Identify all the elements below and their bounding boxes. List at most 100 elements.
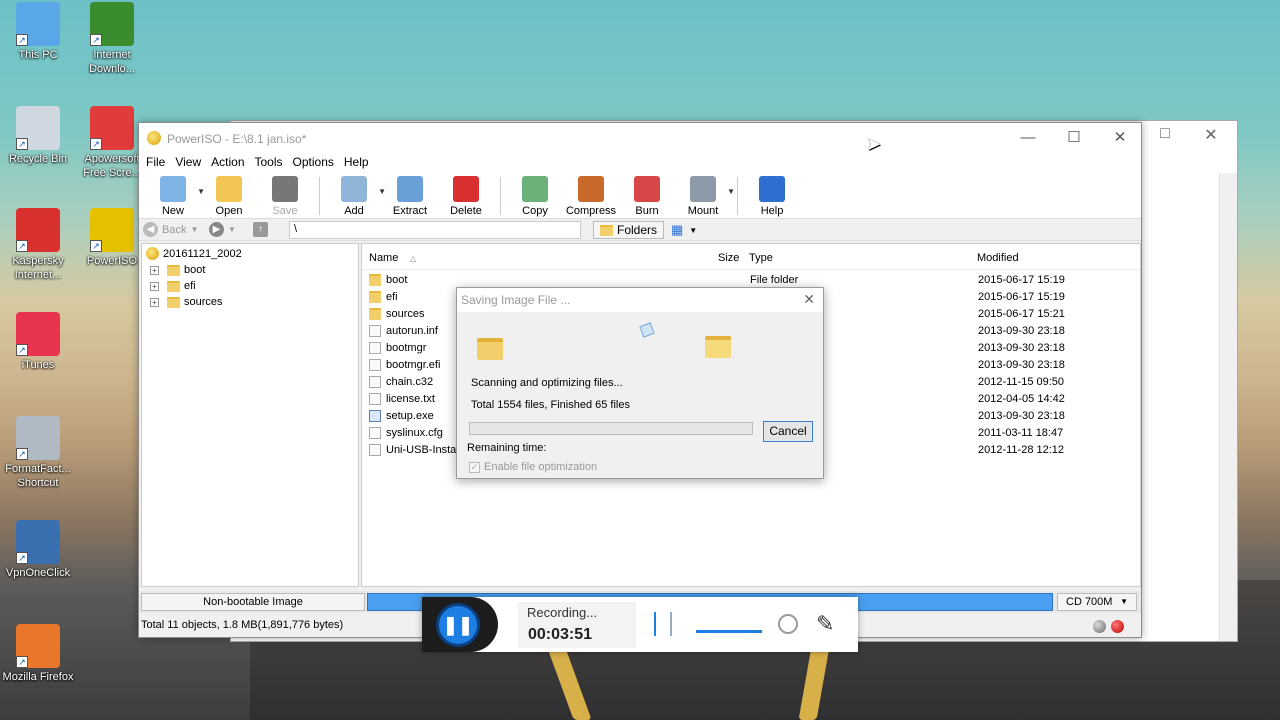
back-button[interactable]: ◀ Back ▼ (143, 222, 198, 237)
column-type[interactable]: Type (749, 252, 773, 264)
audio-level-icon[interactable] (654, 612, 672, 636)
menu-options[interactable]: Options (292, 153, 341, 173)
burn-button[interactable]: Burn (619, 173, 675, 217)
desktop-icon-label: iTunes (21, 359, 55, 371)
maximize-button[interactable]: ☐ (1051, 127, 1097, 149)
forward-arrow-icon: ▶ (209, 222, 224, 237)
folder-icon (167, 280, 180, 292)
forward-button[interactable]: ▶ ▼ (209, 222, 236, 237)
desktop-icon-firefox[interactable]: ↗ Mozilla Firefox (0, 624, 76, 684)
menu-action[interactable]: Action (210, 153, 251, 173)
view-mode-button[interactable]: ▦ ▼ (667, 221, 701, 239)
desktop-icon-kaspersky[interactable]: ↗ Kaspersky Internet... (0, 208, 76, 282)
column-name[interactable]: Name (369, 252, 398, 264)
tree-item-boot[interactable]: + boot (150, 264, 205, 276)
pause-button[interactable]: ❚❚ (436, 603, 480, 647)
column-size[interactable]: Size (718, 252, 739, 264)
file-modified: 2012-04-05 14:42 (978, 393, 1065, 405)
webcam-icon[interactable] (778, 614, 798, 634)
file-modified: 2013-09-30 23:18 (978, 325, 1065, 337)
chevron-down-icon: ▼ (190, 225, 199, 234)
expand-icon[interactable]: + (150, 281, 159, 291)
poweriso-icon: ↗ (90, 208, 134, 252)
menu-view[interactable]: View (174, 153, 208, 173)
new-button[interactable]: New ▼ (145, 173, 205, 217)
status-gray-icon (1093, 620, 1106, 633)
flying-file-icon (639, 322, 655, 338)
desktop-icon-this-pc[interactable]: ↗ This PC (0, 2, 76, 62)
desktop-icon-label: Internet Downlo... (89, 49, 135, 75)
menu-help[interactable]: Help (343, 153, 376, 173)
desktop-icon-label: Mozilla Firefox (2, 671, 74, 683)
media-select[interactable]: CD 700M ▼ (1057, 593, 1137, 611)
file-name: boot (386, 274, 408, 286)
navigation-bar: ◀ Back ▼ ▶ ▼ ↑ \ Folders ▦ ▼ (139, 219, 1141, 241)
volume-slider[interactable] (696, 630, 762, 633)
add-button[interactable]: Add ▼ (326, 173, 386, 217)
open-button[interactable]: Open (201, 173, 257, 217)
checkbox-icon: ✓ (469, 461, 480, 473)
chevron-down-icon: ▼ (228, 225, 236, 234)
kaspersky-icon: ↗ (16, 208, 60, 252)
format-factory-icon: ↗ (16, 416, 60, 460)
file-modified: 2013-09-30 23:18 (978, 410, 1065, 422)
pen-icon[interactable]: ✎ (816, 611, 834, 637)
dialog-close-icon[interactable]: ✕ (803, 291, 815, 308)
desktop-icon-recycle-bin[interactable]: ↗ Recycle Bin (0, 106, 76, 166)
chevron-down-icon[interactable]: ▼ (727, 187, 735, 196)
compress-button[interactable]: Compress (563, 173, 619, 217)
minimize-icon[interactable]: □ (1145, 125, 1185, 143)
path-input[interactable]: \ (289, 221, 581, 239)
extract-button[interactable]: Extract (382, 173, 438, 217)
toolbar-label: Copy (522, 205, 548, 217)
menu-file[interactable]: File (145, 153, 172, 173)
folders-button[interactable]: Folders (593, 221, 665, 239)
expand-icon[interactable]: + (150, 265, 159, 275)
toolbar-separator (500, 177, 501, 215)
desktop-icon-itunes[interactable]: ↗ iTunes (0, 312, 76, 372)
itunes-icon: ↗ (16, 312, 60, 356)
copy-button[interactable]: Copy (507, 173, 563, 217)
menu-tools[interactable]: Tools (254, 153, 290, 173)
progress-bar (469, 422, 753, 435)
minimize-button[interactable]: — (1005, 127, 1051, 149)
mount-button[interactable]: Mount ▼ (675, 173, 735, 217)
tree-item-sources[interactable]: + sources (150, 296, 223, 308)
desktop-icon-internet-download-manager[interactable]: ↗ Internet Downlo... (74, 2, 150, 76)
compress-icon (578, 176, 604, 202)
mount-icon (690, 176, 716, 202)
file-name: Uni-USB-Install (386, 444, 462, 456)
close-icon[interactable]: ✕ (1191, 125, 1231, 145)
toolbar-label: Open (215, 205, 243, 217)
shortcut-arrow-icon: ↗ (90, 138, 102, 150)
desktop-icon-label: Kaspersky Internet... (12, 255, 64, 281)
folders-label: Folders (617, 223, 658, 237)
toolbar-label: Delete (450, 205, 482, 217)
help-button[interactable]: Help (744, 173, 800, 217)
file-icon (369, 376, 381, 388)
folder-tree[interactable]: 20161121_2002 + boot + efi + sources (141, 243, 359, 587)
file-icon (369, 427, 381, 439)
new-icon (160, 176, 186, 202)
toolbar-label: Save (272, 205, 298, 217)
help-icon (759, 176, 785, 202)
open-icon (216, 176, 242, 202)
optimization-checkbox[interactable]: ✓ Enable file optimization (469, 461, 597, 473)
desktop-icon-vpn[interactable]: ↗ VpnOneClick (0, 520, 76, 580)
delete-button[interactable]: Delete (438, 173, 494, 217)
cancel-button[interactable]: Cancel (763, 421, 813, 442)
tree-item-efi[interactable]: + efi (150, 280, 196, 292)
expand-icon[interactable]: + (150, 297, 159, 307)
tree-root[interactable]: 20161121_2002 (146, 247, 242, 260)
column-modified[interactable]: Modified (977, 252, 1019, 264)
close-button[interactable]: ✕ (1097, 127, 1143, 149)
details-view-icon: ▦ (671, 222, 684, 237)
poweriso-app-icon (147, 131, 161, 145)
scrollbar[interactable] (1219, 173, 1237, 641)
list-header: Name △ Size Type Modified (362, 244, 1140, 270)
folder-icon (167, 296, 180, 308)
recording-status: Recording... (527, 605, 598, 620)
file-name: license.txt (386, 393, 435, 405)
desktop-icon-format-factory[interactable]: ↗ FormatFact... Shortcut (0, 416, 76, 490)
up-folder-button[interactable]: ↑ (253, 222, 268, 237)
